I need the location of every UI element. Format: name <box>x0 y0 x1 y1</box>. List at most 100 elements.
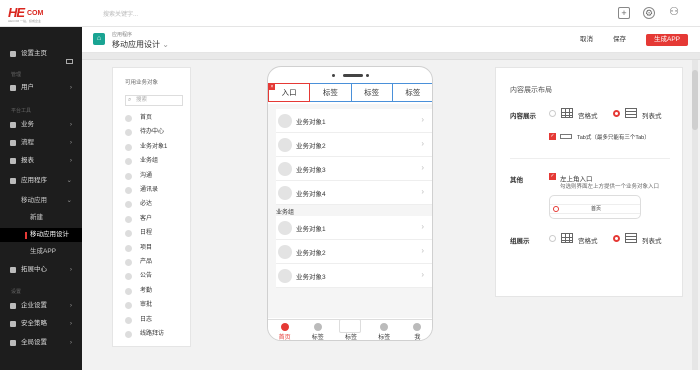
nav-tab-1[interactable]: 标签 <box>301 320 334 340</box>
other-label: 其他 <box>510 177 523 184</box>
search-icon: ⌕ <box>128 97 132 103</box>
content-grid-radio[interactable] <box>549 110 556 117</box>
tab-label-1[interactable]: 标签 <box>309 83 352 102</box>
sidebar-item-ext[interactable]: 拓展中心 › <box>0 263 82 277</box>
page-title[interactable]: 移动应用设计 ⌄ <box>112 39 169 50</box>
phone-preview: × 入口 标签 标签 标签 业务对象1 › 业务对象2 › 业务对象3 › 业务对象4 ›… <box>267 66 433 341</box>
business-objects-panel: 可用业务对象 ⌕ 搜索 首页 待办中心 业务对象1 业务组 沟通 通讯录 必达 客户 日程 项目 产品… <box>112 67 191 347</box>
close-icon[interactable]: × <box>269 84 275 90</box>
sidebar-item-global[interactable]: 全局设置 › <box>0 336 82 350</box>
sidebar-item-home[interactable]: 设置主页 <box>0 47 82 61</box>
gear-icon[interactable]: ⚙ <box>643 7 655 19</box>
list-item[interactable]: 业务对象2 › <box>276 240 432 264</box>
object-list-item[interactable]: 日程 <box>125 227 185 239</box>
object-avatar <box>278 114 292 128</box>
list-item[interactable]: 业务对象1 › <box>276 216 432 240</box>
group-list-radio[interactable] <box>613 235 620 242</box>
sidebar-item-security[interactable]: 安全策略 › <box>0 317 82 331</box>
search-input[interactable]: 搜索关键字... <box>103 9 138 18</box>
sidebar-item-business[interactable]: 业务 › <box>0 118 82 132</box>
phone-home-button <box>339 319 361 333</box>
phone-tab-row: × 入口 标签 标签 标签 <box>268 83 432 102</box>
chevron-down-icon: ⌄ <box>160 40 169 49</box>
object-list-item[interactable]: 客户 <box>125 213 185 225</box>
object-list-item[interactable]: 首页 <box>125 112 185 124</box>
save-button[interactable]: 保存 <box>613 34 626 46</box>
object-list-item[interactable]: 待办中心 <box>125 126 185 138</box>
chevron-right-icon: › <box>69 157 72 164</box>
group-grid-radio[interactable] <box>549 235 556 242</box>
chevron-right-icon: › <box>421 246 424 255</box>
chevron-right-icon: › <box>421 139 424 148</box>
list-icon <box>625 233 637 243</box>
user-icon[interactable]: ⚇ <box>668 7 680 19</box>
chevron-right-icon: › <box>421 115 424 124</box>
tab-mode-label: Tab式（最多只能有三个Tab） <box>577 135 650 141</box>
panel-title: 内容展示布局 <box>510 87 552 94</box>
cancel-button[interactable]: 取消 <box>580 34 593 46</box>
sidebar-item-gen-app[interactable]: 生成APP <box>0 245 82 259</box>
logo-tagline: HECOM 一站，织成企业 <box>8 19 42 23</box>
group-header: 业务组 <box>276 210 295 216</box>
user-icon <box>413 323 422 331</box>
object-icon <box>125 244 132 252</box>
scrollbar-thumb[interactable] <box>692 70 698 130</box>
list-item[interactable]: 业务对象4 › <box>276 181 432 205</box>
sidebar-item-mobile[interactable]: 移动应用 ⌄ <box>0 194 82 208</box>
sidebar-item-app[interactable]: 应用程序 ⌄ <box>0 174 82 188</box>
hecom-logo[interactable]: HE COM HECOM 一站，织成企业 <box>8 6 56 23</box>
object-list-item[interactable]: 业务对象1 <box>125 141 185 153</box>
object-list-item[interactable]: 日志 <box>125 314 185 326</box>
object-icon <box>125 215 132 223</box>
object-search-input[interactable]: ⌕ 搜索 <box>125 95 183 106</box>
object-avatar <box>278 162 292 176</box>
object-list-item[interactable]: 公告 <box>125 270 185 282</box>
object-list-item[interactable]: 线路拜访 <box>125 328 185 340</box>
tab-entry[interactable]: × 入口 <box>268 83 311 102</box>
tab-label-3[interactable]: 标签 <box>391 83 432 102</box>
chevron-right-icon: › <box>69 139 72 146</box>
tab-mode-checkbox[interactable]: ✓ <box>549 133 556 140</box>
object-icon <box>125 316 132 324</box>
object-list-item[interactable]: 产品 <box>125 256 185 268</box>
nav-tab-3[interactable]: 标签 <box>368 320 401 340</box>
tab-label-2[interactable]: 标签 <box>350 83 393 102</box>
chevron-right-icon: › <box>69 121 72 128</box>
layout-settings-panel: 内容展示布局 内容展示 宫格式 列表式 ✓ Tab式（最多只能有三个Tab） 其… <box>495 67 683 297</box>
content-list-radio[interactable] <box>613 110 620 117</box>
nav-home[interactable]: 首页 <box>268 320 301 340</box>
chevron-right-icon: › <box>69 266 72 273</box>
object-list-item[interactable]: 沟通 <box>125 170 185 182</box>
sidebar-item-new[interactable]: 新建 <box>0 211 82 225</box>
object-list-item[interactable]: 考勤 <box>125 285 185 297</box>
generate-app-button[interactable]: 生成APP <box>646 34 689 46</box>
chevron-right-icon: › <box>421 270 424 279</box>
scrollbar[interactable] <box>692 60 698 370</box>
sidebar-group-platform: 平台工具 <box>11 108 32 114</box>
nav-me[interactable]: 我 <box>401 320 432 340</box>
object-list-item[interactable]: 业务组 <box>125 155 185 167</box>
list-item[interactable]: 业务对象2 › <box>276 133 432 157</box>
breadcrumb[interactable]: 应用程序 <box>112 31 132 38</box>
sidebar-item-mobile-design[interactable]: 移动应用设计 <box>0 228 82 242</box>
sidebar-item-report[interactable]: 报表 › <box>0 154 82 168</box>
add-icon[interactable]: + <box>618 7 630 19</box>
globe-icon <box>10 340 16 346</box>
chevron-right-icon: › <box>69 302 72 309</box>
sidebar-item-user[interactable]: 用户 › <box>0 81 82 95</box>
sidebar-item-enterprise[interactable]: 企业设置 › <box>0 299 82 313</box>
list-item[interactable]: 业务对象1 › <box>276 109 432 133</box>
chevron-right-icon: › <box>421 187 424 196</box>
object-list-item[interactable]: 通讯录 <box>125 184 185 196</box>
object-list-item[interactable]: 项目 <box>125 242 185 254</box>
entry-checkbox[interactable]: ✓ <box>549 173 556 180</box>
object-icon <box>125 187 132 194</box>
list-item[interactable]: 业务对象3 › <box>276 264 432 288</box>
object-list-item[interactable]: 必达 <box>125 198 185 210</box>
grid-icon <box>561 233 573 243</box>
sidebar-item-flow[interactable]: 流程 › <box>0 136 82 150</box>
preview-title: 首页 <box>550 204 640 214</box>
list-item[interactable]: 业务对象3 › <box>276 157 432 181</box>
user-icon <box>10 85 16 91</box>
object-list-item[interactable]: 审批 <box>125 299 185 311</box>
